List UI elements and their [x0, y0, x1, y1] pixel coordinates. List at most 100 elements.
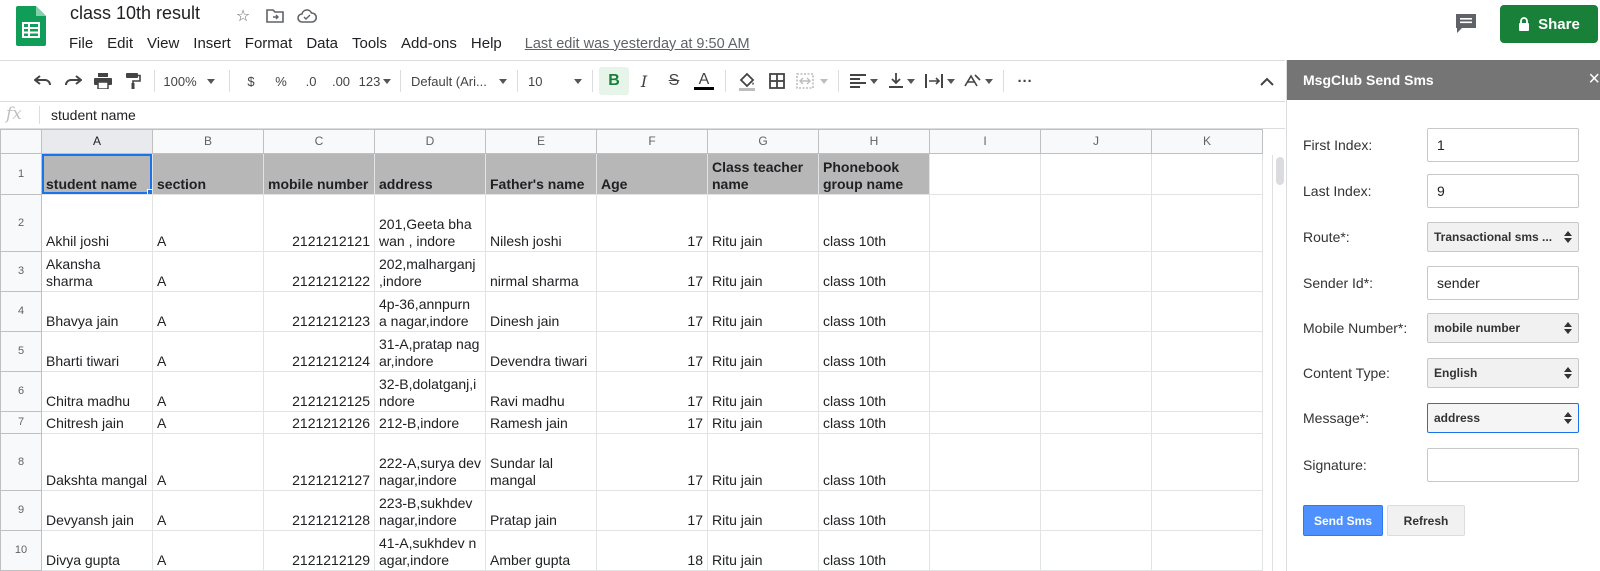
horizontal-align-icon[interactable]: [845, 67, 883, 95]
table-cell[interactable]: class 10th: [818, 251, 930, 292]
column-header-g[interactable]: G: [707, 129, 819, 154]
currency-format-button[interactable]: $: [236, 67, 266, 95]
table-cell[interactable]: 2121212127: [263, 433, 375, 491]
column-header-e[interactable]: E: [485, 129, 597, 154]
table-cell[interactable]: Bharti tiwari: [41, 331, 153, 372]
table-cell[interactable]: 223-B,sukhdev nagar,indore: [374, 490, 486, 531]
table-cell[interactable]: Ritu jain: [707, 194, 819, 252]
table-cell[interactable]: Akansha sharma: [41, 251, 153, 292]
table-cell[interactable]: [1151, 411, 1263, 434]
strikethrough-button[interactable]: S: [659, 67, 689, 95]
print-icon[interactable]: [88, 67, 118, 95]
table-cell[interactable]: [1040, 490, 1152, 531]
menu-addons[interactable]: Add-ons: [394, 32, 464, 55]
table-cell[interactable]: Bhavya jain: [41, 291, 153, 332]
table-cell[interactable]: class 10th: [818, 530, 930, 571]
table-cell[interactable]: 17: [596, 291, 708, 332]
table-cell[interactable]: 32-B,dolatganj,i ndore: [374, 371, 486, 412]
table-cell[interactable]: 2121212121: [263, 194, 375, 252]
table-cell[interactable]: Pratap jain: [485, 490, 597, 531]
table-cell[interactable]: [1040, 251, 1152, 292]
table-cell[interactable]: 17: [596, 194, 708, 252]
table-cell[interactable]: [1151, 291, 1263, 332]
row-header[interactable]: 10: [0, 530, 42, 571]
comments-icon[interactable]: [1454, 12, 1478, 34]
table-cell[interactable]: Ritu jain: [707, 371, 819, 412]
table-cell[interactable]: A: [152, 371, 264, 412]
table-cell[interactable]: A: [152, 194, 264, 252]
text-wrapping-icon[interactable]: [921, 67, 959, 95]
sender-id-input[interactable]: sender: [1427, 266, 1579, 300]
text-color-button[interactable]: A: [689, 67, 719, 95]
table-header-cell[interactable]: Age: [596, 153, 708, 195]
menu-tools[interactable]: Tools: [345, 32, 394, 55]
table-cell[interactable]: 17: [596, 433, 708, 491]
row-header[interactable]: 3: [0, 251, 42, 292]
table-cell[interactable]: [1151, 331, 1263, 372]
table-cell[interactable]: [1151, 530, 1263, 571]
table-cell[interactable]: 2121212125: [263, 371, 375, 412]
table-cell[interactable]: 2121212129: [263, 530, 375, 571]
paint-format-icon[interactable]: [118, 67, 148, 95]
percent-format-button[interactable]: %: [266, 67, 296, 95]
table-cell[interactable]: Ritu jain: [707, 291, 819, 332]
table-cell[interactable]: 2121212124: [263, 331, 375, 372]
row-header[interactable]: 4: [0, 291, 42, 332]
table-cell[interactable]: 17: [596, 411, 708, 434]
table-cell[interactable]: [1040, 291, 1152, 332]
menu-view[interactable]: View: [140, 32, 186, 55]
table-cell[interactable]: nirmal sharma: [485, 251, 597, 292]
row-header[interactable]: 9: [0, 490, 42, 531]
table-header-cell[interactable]: address: [374, 153, 486, 195]
cloud-status-icon[interactable]: [296, 5, 318, 27]
first-index-input[interactable]: 1: [1427, 128, 1579, 162]
row-header[interactable]: 5: [0, 331, 42, 372]
table-cell[interactable]: 2121212122: [263, 251, 375, 292]
table-cell[interactable]: 2121212123: [263, 291, 375, 332]
signature-input[interactable]: [1427, 448, 1579, 482]
last-edit-link[interactable]: Last edit was yesterday at 9:50 AM: [525, 36, 750, 52]
table-cell[interactable]: class 10th: [818, 411, 930, 434]
table-cell[interactable]: Ritu jain: [707, 530, 819, 571]
table-cell[interactable]: [1040, 331, 1152, 372]
table-header-cell[interactable]: Father's name: [485, 153, 597, 195]
table-cell[interactable]: 202,malharganj ,indore: [374, 251, 486, 292]
column-header-i[interactable]: I: [929, 129, 1041, 154]
bold-button[interactable]: B: [599, 67, 629, 95]
table-header-cell[interactable]: [929, 153, 1041, 195]
table-cell[interactable]: A: [152, 433, 264, 491]
table-cell[interactable]: 4p-36,annpurn a nagar,indore: [374, 291, 486, 332]
merge-cells-icon[interactable]: [792, 67, 832, 95]
table-cell[interactable]: [929, 411, 1041, 434]
table-cell[interactable]: [929, 530, 1041, 571]
column-header-c[interactable]: C: [263, 129, 375, 154]
table-cell[interactable]: [1040, 433, 1152, 491]
table-cell[interactable]: [1040, 194, 1152, 252]
font-family-select[interactable]: Default (Ari...: [407, 67, 511, 95]
font-size-select[interactable]: 10: [524, 67, 586, 95]
table-cell[interactable]: A: [152, 411, 264, 434]
fill-color-icon[interactable]: [732, 67, 762, 95]
table-cell[interactable]: Akhil joshi: [41, 194, 153, 252]
more-options-icon[interactable]: ···: [1010, 67, 1040, 95]
close-icon[interactable]: ×: [1588, 68, 1600, 91]
table-header-cell[interactable]: [1151, 153, 1263, 195]
table-cell[interactable]: 212-B,indore: [374, 411, 486, 434]
move-folder-icon[interactable]: [264, 5, 286, 27]
column-header-j[interactable]: J: [1040, 129, 1152, 154]
table-cell[interactable]: [929, 371, 1041, 412]
decrease-decimal-button[interactable]: .0: [296, 67, 326, 95]
formula-input[interactable]: student name: [40, 107, 136, 123]
row-header[interactable]: 2: [0, 194, 42, 252]
table-cell[interactable]: [929, 194, 1041, 252]
table-cell[interactable]: 17: [596, 371, 708, 412]
table-cell[interactable]: Ritu jain: [707, 490, 819, 531]
table-cell[interactable]: Dakshta mangal: [41, 433, 153, 491]
table-cell[interactable]: [1040, 411, 1152, 434]
table-cell[interactable]: Devendra tiwari: [485, 331, 597, 372]
table-cell[interactable]: [1151, 433, 1263, 491]
table-cell[interactable]: Ramesh jain: [485, 411, 597, 434]
table-cell[interactable]: Ritu jain: [707, 411, 819, 434]
table-cell[interactable]: 2121212126: [263, 411, 375, 434]
send-sms-button[interactable]: Send Sms: [1303, 505, 1383, 536]
